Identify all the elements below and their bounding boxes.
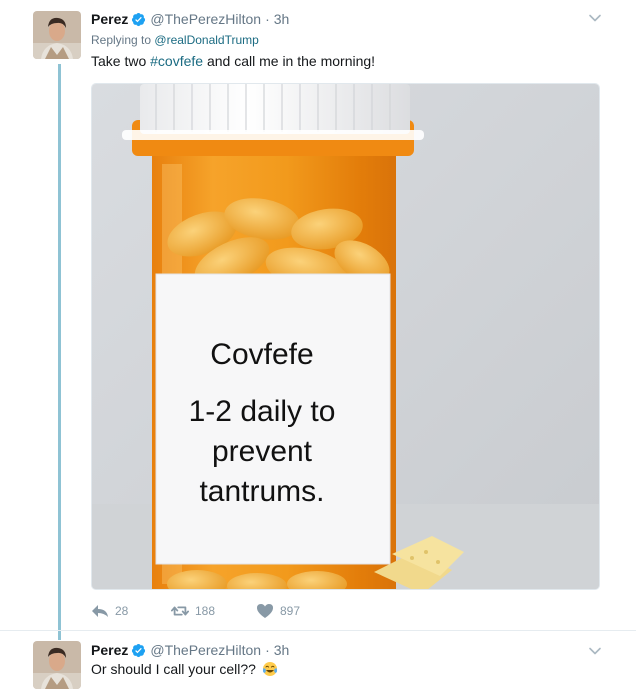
reply-button[interactable]: 28 <box>91 603 171 619</box>
avatar[interactable] <box>33 641 81 689</box>
tweet-text: Take two #covfefe and call me in the mor… <box>91 52 375 71</box>
retweet-icon <box>171 606 189 616</box>
tweet-header: Perez @ThePerezHilton · 3h <box>91 10 289 28</box>
author-name[interactable]: Perez <box>91 641 128 659</box>
chevron-down-icon[interactable] <box>588 11 602 25</box>
reply-icon <box>92 605 108 617</box>
face-with-tears-of-joy-icon <box>262 662 277 676</box>
tweet-header: Perez @ThePerezHilton · 3h <box>91 641 289 659</box>
tweet-text-after: and call me in the morning! <box>206 53 376 69</box>
hashtag-link[interactable]: #covfefe <box>150 53 203 69</box>
tweet-actions: 28 188 897 <box>91 601 300 621</box>
bottle-label-line-4: tantrums. <box>199 475 324 508</box>
reply-context: Replying to @realDonaldTrump <box>91 32 259 48</box>
avatar-image <box>33 641 81 689</box>
thread-line <box>58 64 61 640</box>
reply-to-mention[interactable]: @realDonaldTrump <box>154 33 258 47</box>
like-count: 897 <box>280 604 301 618</box>
verified-badge-icon <box>132 12 146 26</box>
pill-bottle-photo: Covfefe 1-2 daily to prevent tantrums. <box>92 84 599 589</box>
tweet-timestamp[interactable]: 3h <box>274 641 290 659</box>
tweet-text-body: Or should I call your cell?? <box>91 661 256 677</box>
retweet-button[interactable]: 188 <box>171 603 256 619</box>
retweet-count: 188 <box>195 604 216 618</box>
bottle-label-line-3: prevent <box>212 435 313 468</box>
verified-badge-icon <box>132 643 146 657</box>
separator-dot: · <box>265 11 270 27</box>
avatar-image <box>33 11 81 59</box>
bottle-label-line-1: Covfefe <box>210 338 313 371</box>
avatar[interactable] <box>33 11 81 59</box>
author-handle[interactable]: @ThePerezHilton <box>150 641 261 659</box>
tweet-media-image[interactable]: Covfefe 1-2 daily to prevent tantrums. <box>91 83 600 590</box>
reply-prefix: Replying to <box>91 33 152 47</box>
separator-dot: · <box>265 642 270 658</box>
like-button[interactable]: 897 <box>256 603 300 619</box>
author-name[interactable]: Perez <box>91 10 128 28</box>
author-handle[interactable]: @ThePerezHilton <box>150 10 261 28</box>
chevron-down-icon[interactable] <box>588 644 602 658</box>
tweet-timestamp[interactable]: 3h <box>274 10 290 28</box>
tweet-text: Or should I call your cell?? <box>91 660 278 679</box>
tweet[interactable]: Perez @ThePerezHilton · 3h Or should I c… <box>0 630 636 695</box>
heart-icon <box>257 604 273 618</box>
tweet[interactable]: Perez @ThePerezHilton · 3h Replying to @… <box>0 0 636 640</box>
tweet-text-before: Take two <box>91 53 147 69</box>
bottle-label-line-2: 1-2 daily to <box>189 395 336 428</box>
reply-count: 28 <box>115 604 129 618</box>
